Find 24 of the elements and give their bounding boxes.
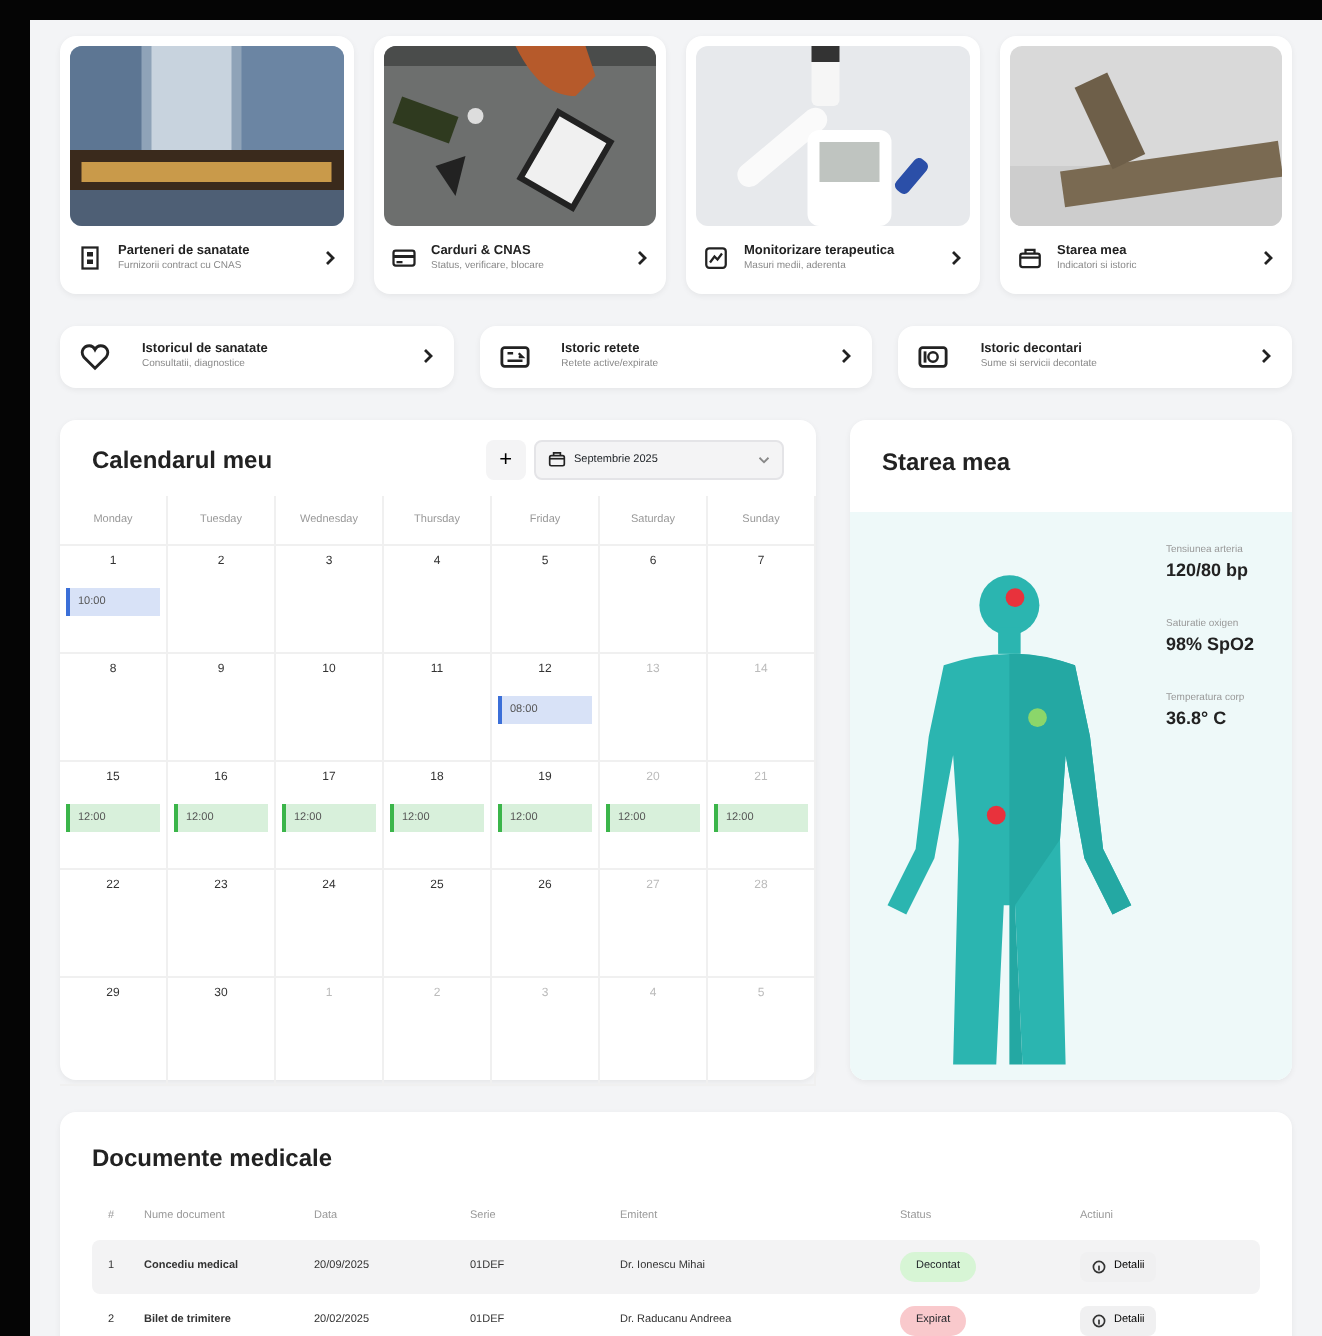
bag-icon: [1017, 245, 1041, 270]
chevron-right-icon[interactable]: [840, 348, 853, 365]
caret-icon: [758, 455, 770, 464]
chart-icon: [704, 245, 728, 270]
info-icon: [1092, 1314, 1106, 1329]
vital-value: 36.8° C: [1166, 706, 1229, 733]
panel-title: Starea mea: [880, 445, 1013, 480]
chevron-right-icon[interactable]: [949, 249, 961, 266]
card-icon: [391, 245, 415, 270]
prescription-card-icon: [499, 341, 530, 372]
banknote-icon: [918, 341, 949, 372]
chevron-right-icon[interactable]: [421, 348, 434, 365]
chevron-right-icon[interactable]: [323, 249, 335, 266]
add-button[interactable]: +: [485, 439, 526, 480]
info-icon: [1092, 1260, 1106, 1275]
chevron-right-icon[interactable]: [1260, 348, 1273, 365]
vital-value: 120/80 bp: [1166, 558, 1251, 585]
section-title: Documente medicale: [92, 1141, 335, 1176]
heart-icon: [80, 341, 110, 372]
vital-value: 98% SpO2: [1166, 632, 1255, 659]
chevron-right-icon[interactable]: [636, 249, 648, 266]
calendar-title: Calendarul meu: [92, 443, 275, 478]
chevron-right-icon[interactable]: [1262, 249, 1274, 266]
building-icon: [78, 245, 102, 270]
